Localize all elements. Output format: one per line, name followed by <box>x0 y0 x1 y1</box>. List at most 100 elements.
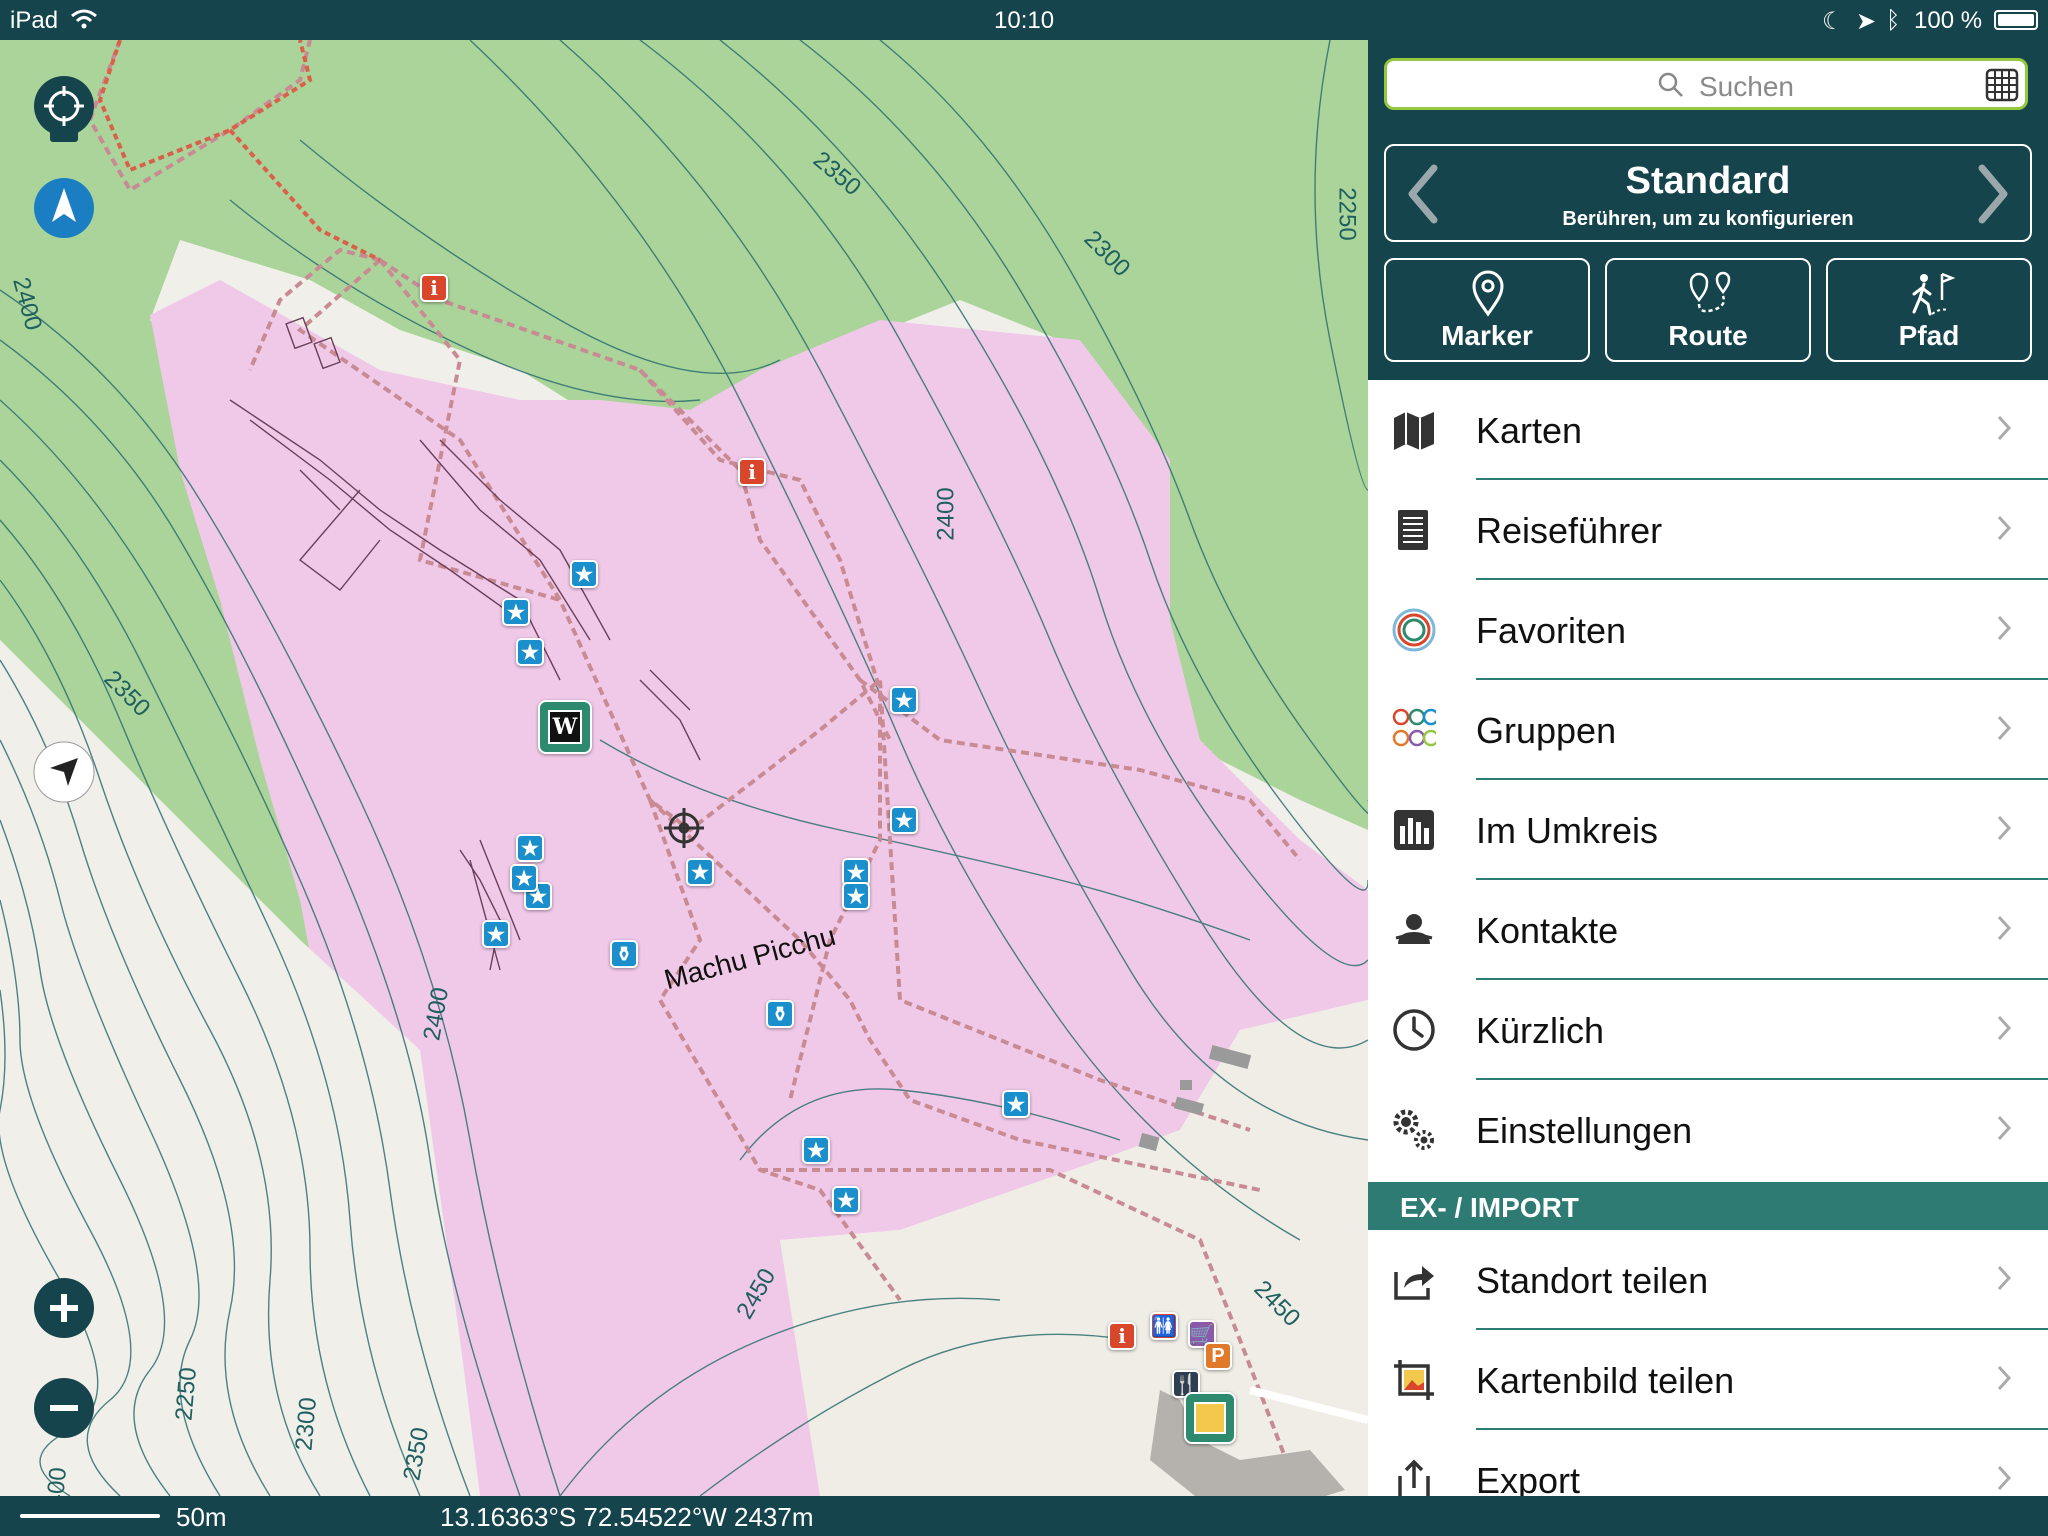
hotel-marker[interactable] <box>1184 1392 1236 1444</box>
sight-star-marker[interactable]: ★ <box>1002 1090 1030 1118</box>
guide-icon <box>1398 510 1428 550</box>
search-placeholder: Suchen <box>1699 71 1794 102</box>
menu-label: Export <box>1476 1460 1581 1496</box>
menu-label: Favoriten <box>1476 610 1627 651</box>
wikipedia-icon: W <box>548 710 582 744</box>
wikipedia-marker[interactable]: W <box>538 700 592 754</box>
bluetooth-icon: ᛒ <box>1886 7 1901 34</box>
favorites-icon <box>1392 608 1436 652</box>
zoom-out-button[interactable] <box>32 1376 96 1440</box>
search-field[interactable]: Suchen <box>1384 58 2028 110</box>
menu-label: Reiseführer <box>1476 510 1663 551</box>
info-marker[interactable]: i <box>1108 1322 1136 1350</box>
contour-label: 2250 <box>170 1366 202 1422</box>
info-marker[interactable]: i <box>420 274 448 302</box>
section-header: EX- / IMPORT <box>1368 1182 2048 1230</box>
menu-item-share-map-image[interactable]: Kartenbild teilen <box>1368 1330 2048 1430</box>
chevron-right-icon <box>1997 615 2012 641</box>
map-canvas[interactable] <box>0 40 1368 1496</box>
menu-label: Kartenbild teilen <box>1476 1360 1735 1401</box>
track-button[interactable]: Pfad <box>1826 258 2032 362</box>
chevron-right-icon <box>1997 915 2012 941</box>
marker-pin-icon <box>1472 270 1504 317</box>
status-bar: iPad 10:10 ☾ ➤ ᛒ 100 % <box>0 0 2048 40</box>
sight-star-marker[interactable]: ★ <box>570 560 598 588</box>
menu-label: Kürzlich <box>1476 1010 1605 1051</box>
menu-item-recent[interactable]: Kürzlich <box>1368 980 2048 1080</box>
menu-item-favorites[interactable]: Favoriten <box>1368 580 2048 680</box>
menu-item-maps[interactable]: Karten <box>1368 380 2048 480</box>
menu-item-contacts[interactable]: Kontakte <box>1368 880 2048 980</box>
map-icon <box>1394 412 1434 450</box>
menu-item-nearby[interactable]: Im Umkreis <box>1368 780 2048 880</box>
search-icon <box>1658 72 1683 97</box>
profile-selector[interactable]: Standard Berühren, um zu konfigurieren <box>1384 144 2032 242</box>
sight-star-marker[interactable]: ★ <box>516 638 544 666</box>
chevron-right-icon <box>1997 1265 2012 1291</box>
map-view[interactable]: 2350 2300 2250 2400 2350 2400 2400 2450 … <box>0 40 1368 1496</box>
chevron-right-icon <box>1997 1015 2012 1041</box>
sight-star-marker[interactable]: ★ <box>502 598 530 626</box>
panel-header: Suchen Standard Berühren, um zu konfigur… <box>1368 40 2048 380</box>
menu-item-guides[interactable]: Reiseführer <box>1368 480 2048 580</box>
chevron-right-icon <box>1997 415 2012 441</box>
menu-label: Einstellungen <box>1476 1110 1693 1151</box>
profile-name: Standard <box>1625 160 1791 202</box>
menu-label: Karten <box>1476 410 1583 451</box>
device-name: iPad <box>10 7 59 34</box>
marker-button[interactable]: Marker <box>1384 258 1590 362</box>
menu-label: Im Umkreis <box>1476 810 1658 851</box>
chevron-right-icon <box>1997 715 2012 741</box>
menu-item-groups[interactable]: Gruppen <box>1368 680 2048 780</box>
contour-label: 2400 <box>40 1466 72 1496</box>
parking-marker[interactable]: P <box>1204 1342 1232 1370</box>
sight-star-marker[interactable]: ★ <box>890 806 918 834</box>
museum-marker[interactable]: ⚱ <box>610 940 638 968</box>
groups-icon <box>1392 708 1436 747</box>
sight-star-marker[interactable]: ★ <box>832 1186 860 1214</box>
sight-star-marker[interactable]: ★ <box>516 834 544 862</box>
menu-label: Standort teilen <box>1476 1260 1709 1301</box>
contour-label: 2300 <box>290 1396 322 1452</box>
sight-star-marker[interactable]: ★ <box>802 1136 830 1164</box>
scale-bar <box>20 1514 160 1518</box>
route-button[interactable]: Route <box>1605 258 1811 362</box>
sight-star-marker[interactable]: ★ <box>890 686 918 714</box>
track-button-label: Pfad <box>1898 320 1960 351</box>
scale-label: 50m <box>176 1502 227 1532</box>
info-marker[interactable]: i <box>738 458 766 486</box>
nearby-icon <box>1394 810 1434 850</box>
sight-star-marker[interactable]: ★ <box>686 858 714 886</box>
sight-star-marker[interactable]: ★ <box>482 920 510 948</box>
coordinate-readout: 13.16363°S 72.54522°W 2437m <box>440 1502 814 1532</box>
battery-percent: 100 % <box>1914 7 1983 34</box>
side-panel: Suchen Standard Berühren, um zu konfigur… <box>1368 40 2048 1496</box>
menu-item-settings[interactable]: Einstellungen <box>1368 1080 2048 1180</box>
map-info-bar: 50m 13.16363°S 72.54522°W 2437m <box>0 1496 2048 1536</box>
wifi-icon <box>71 9 97 29</box>
moon-icon: ☾ <box>1822 8 1844 35</box>
grid-globe-icon[interactable] <box>1985 68 2019 102</box>
location-arrow-icon: ➤ <box>1856 8 1877 35</box>
sight-star-marker[interactable]: ★ <box>510 864 538 892</box>
compass-north-button[interactable] <box>32 176 96 240</box>
chevron-right-icon <box>1997 1465 2012 1491</box>
map-image-icon <box>1394 1360 1434 1400</box>
chevron-right-icon[interactable] <box>1976 164 2012 224</box>
gps-locate-button[interactable] <box>32 74 96 146</box>
gears-icon <box>1393 1109 1434 1150</box>
navigation-arrow-button[interactable] <box>32 740 96 804</box>
zoom-in-button[interactable] <box>32 1276 96 1340</box>
toilet-marker[interactable]: 🚻 <box>1150 1312 1178 1340</box>
export-icon <box>1398 1459 1430 1496</box>
menu-item-share-location[interactable]: Standort teilen <box>1368 1230 2048 1330</box>
hotel-icon <box>1194 1402 1226 1434</box>
sight-star-marker[interactable]: ★ <box>842 882 870 910</box>
museum-marker[interactable]: ⚱ <box>766 1000 794 1028</box>
marker-button-label: Marker <box>1441 320 1533 351</box>
profile-subtitle: Berühren, um zu konfigurieren <box>1562 208 1854 230</box>
contour-label: 2400 <box>932 487 960 541</box>
share-location-icon <box>1394 1266 1434 1300</box>
chevron-right-icon <box>1997 815 2012 841</box>
menu-item-export[interactable]: Export <box>1368 1430 2048 1496</box>
